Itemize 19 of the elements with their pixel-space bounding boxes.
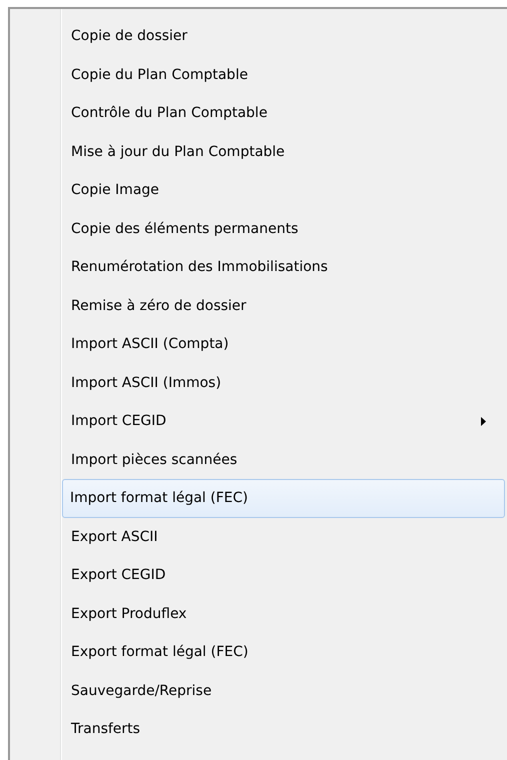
menu-item[interactable]: Copie Image bbox=[12, 171, 505, 210]
menu-item[interactable]: Copie de dossier bbox=[12, 17, 505, 56]
menu-item[interactable]: Import ASCII (Compta) bbox=[12, 325, 505, 364]
menu-item[interactable]: Export format légal (FEC) bbox=[12, 633, 505, 672]
menu-item[interactable]: Import CEGID bbox=[12, 402, 505, 440]
menu-item[interactable]: Import ASCII (Immos) bbox=[12, 364, 505, 402]
menu-item[interactable]: Transferts bbox=[12, 710, 505, 748]
menu-item[interactable]: Contrôle du Plan Comptable bbox=[12, 94, 505, 132]
menu-item[interactable]: Mise à jour du Plan Comptable bbox=[12, 132, 505, 171]
menu-item[interactable]: Import pièces scannées bbox=[12, 440, 505, 479]
menu-item[interactable]: Copie du Plan Comptable bbox=[12, 56, 505, 94]
menu-item[interactable]: Export ASCII bbox=[12, 518, 505, 556]
menu-item[interactable]: Sauvegarde/Reprise bbox=[12, 672, 505, 710]
menu-item[interactable]: Renumérotation des Immobilisations bbox=[12, 248, 505, 286]
menu-item[interactable]: Import format légal (FEC) bbox=[62, 479, 505, 518]
menu-item[interactable]: Export CEGID bbox=[12, 556, 505, 594]
menu-item[interactable]: Copie des éléments permanents bbox=[12, 210, 505, 248]
menu-item[interactable]: Export Produflex bbox=[12, 594, 505, 633]
menu-item[interactable]: Remise à zéro de dossier bbox=[12, 286, 505, 325]
